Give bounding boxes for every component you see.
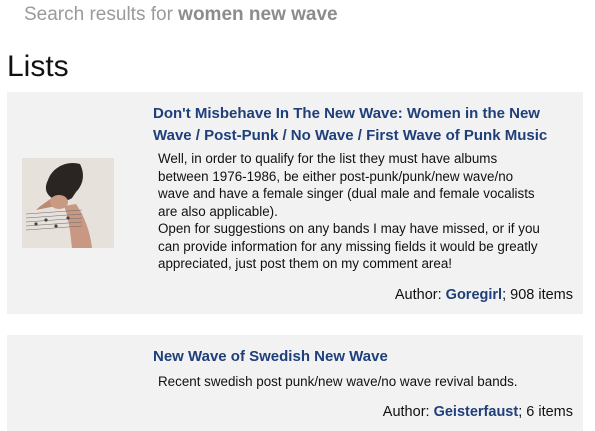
list-item: New Wave of Swedish New Wave Recent swed… <box>7 335 583 431</box>
author-label: Author: <box>382 404 434 420</box>
search-results-heading: Search results for women new wave <box>24 4 338 26</box>
list-description: Well, in order to qualify for the list t… <box>158 150 548 273</box>
search-query: women new wave <box>178 4 338 25</box>
item-count: ; 908 items <box>502 287 573 303</box>
list-description-line: Well, in order to qualify for the list t… <box>158 151 535 219</box>
list-meta: Author: Geisterfaust; 6 items <box>383 404 573 420</box>
author-link[interactable]: Geisterfaust <box>434 404 519 420</box>
list-description: Recent swedish post punk/new wave/no wav… <box>158 373 548 391</box>
list-meta: Author: Goregirl; 908 items <box>395 287 573 303</box>
list-title-link[interactable]: Don't Misbehave In The New Wave: Women i… <box>153 103 553 147</box>
list-item: Don't Misbehave In The New Wave: Women i… <box>7 92 583 314</box>
list-description-line: Open for suggestions on any bands I may … <box>158 221 540 271</box>
author-label: Author: <box>394 287 446 303</box>
section-title: Lists <box>7 50 69 83</box>
list-description-line: Recent swedish post punk/new wave/no wav… <box>158 374 518 389</box>
list-title-link[interactable]: New Wave of Swedish New Wave <box>153 346 573 368</box>
author-link[interactable]: Goregirl <box>446 287 502 303</box>
list-thumbnail[interactable] <box>22 158 114 248</box>
item-count: ; 6 items <box>518 404 573 420</box>
search-results-prefix: Search results for <box>24 4 179 25</box>
